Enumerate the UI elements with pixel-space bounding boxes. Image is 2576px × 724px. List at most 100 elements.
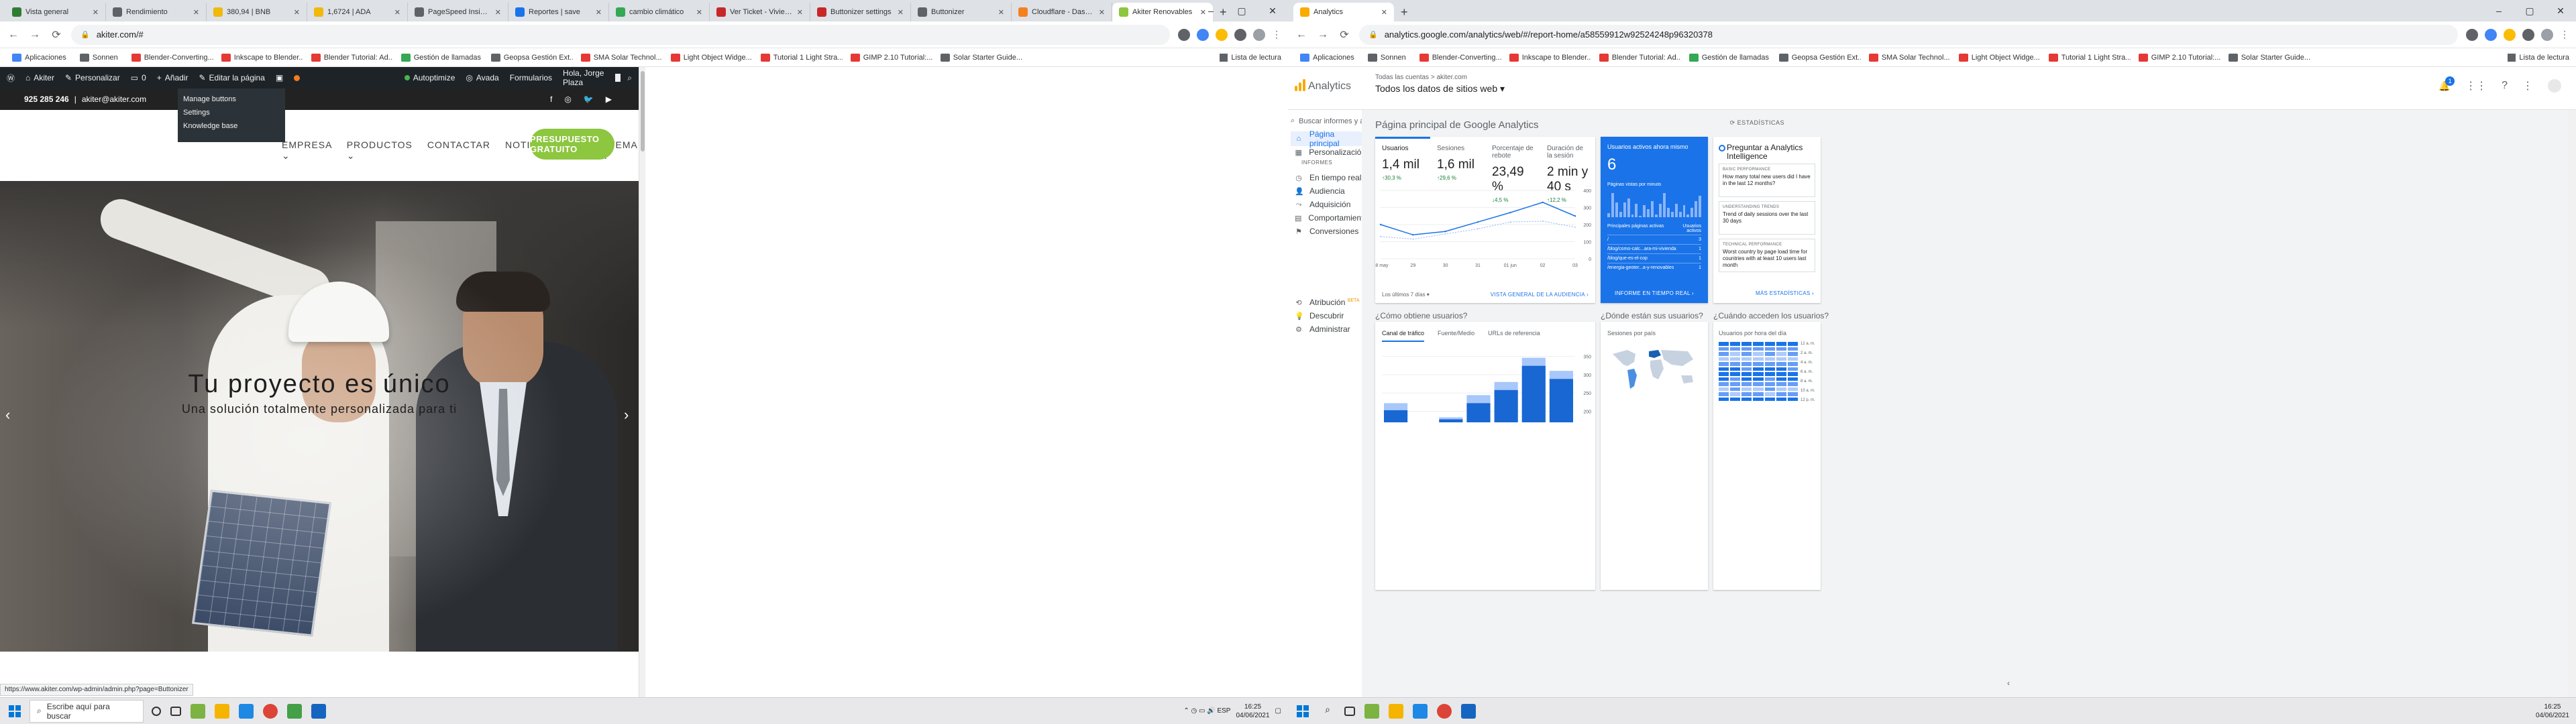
wp-forms-link[interactable]: Formularios: [510, 73, 552, 82]
browser-tab[interactable]: PageSpeed Insights ✕: [408, 3, 508, 21]
maximize-icon[interactable]: ▢: [2514, 5, 2545, 17]
close-icon[interactable]: ✕: [193, 8, 199, 17]
active-page-row[interactable]: /3: [1607, 235, 1701, 242]
wp-plugin-icon[interactable]: ▣: [276, 73, 283, 82]
buttonizer-menu[interactable]: [294, 74, 301, 81]
extension-icon[interactable]: [1178, 28, 1190, 41]
taskbar-search[interactable]: ⌕ Escribe aquí para buscar: [30, 699, 144, 723]
minimize-icon[interactable]: –: [2483, 5, 2514, 16]
back-icon[interactable]: ←: [7, 29, 20, 41]
browser-tab[interactable]: Ver Ticket - Vivienda ✕: [710, 3, 810, 21]
close-icon[interactable]: ✕: [696, 8, 702, 17]
puzzle-icon[interactable]: [1234, 28, 1246, 41]
reload-icon[interactable]: ⟳: [50, 28, 63, 42]
bookmark-item[interactable]: Gestión de llamadas: [1684, 53, 1771, 62]
wp-avada-link[interactable]: ◎ Avada: [466, 73, 498, 82]
avatar[interactable]: [1253, 28, 1265, 41]
extension-icon[interactable]: [1216, 28, 1228, 41]
nav-behavior[interactable]: ▤ Comportamiento: [1291, 210, 1368, 225]
chrome-icon[interactable]: [1437, 703, 1452, 719]
browser-tab[interactable]: 380,94 | BNB ✕: [207, 3, 307, 21]
cortana-icon[interactable]: [152, 706, 161, 716]
active-page-row[interactable]: /blog/como-calc...ara-mi-vivienda 1: [1607, 244, 1701, 251]
clock[interactable]: 16:25 04/06/2021: [1236, 703, 1269, 720]
scrollbar[interactable]: [2568, 110, 2576, 697]
bookmark-item[interactable]: Sonnen: [74, 53, 123, 62]
bookmark-item[interactable]: Gestión de llamadas: [396, 53, 483, 62]
browser-tab[interactable]: Cloudflare - Dashboard ✕: [1012, 3, 1112, 21]
bookmark-item[interactable]: Aplicaciones: [1295, 53, 1360, 62]
close-icon[interactable]: ✕: [998, 8, 1004, 17]
insight-item[interactable]: UNDERSTANDING TRENDS Trend of daily sessi…: [1719, 201, 1815, 235]
browser-tab[interactable]: Buttonizer settings ✕: [810, 3, 911, 21]
dropdown-item-settings[interactable]: Settings: [178, 106, 285, 119]
dropdown-item-manage-buttons[interactable]: Manage buttons: [178, 93, 285, 106]
bookmark-item[interactable]: Light Object Widge...: [1953, 53, 2041, 62]
extension-icon[interactable]: [2504, 28, 2516, 41]
bookmark-item[interactable]: Blender-Converting...: [1414, 53, 1501, 62]
quote-button[interactable]: PRESUPUESTO GRATUITO: [530, 129, 614, 160]
browser-tab[interactable]: Reportes | save ✕: [508, 3, 609, 21]
wp-customize-link[interactable]: ✎ Personalizar: [65, 73, 120, 82]
realtime-report-link[interactable]: INFORME EN TIEMPO REAL ›: [1601, 290, 1708, 296]
avatar[interactable]: [2548, 79, 2561, 93]
bookmark-item[interactable]: Blender Tutorial: Ad...: [306, 53, 393, 62]
tab-referrals[interactable]: URLs de referencia: [1488, 330, 1540, 342]
bookmark-item[interactable]: Blender-Converting...: [126, 53, 213, 62]
notification-icon[interactable]: ▢: [1275, 707, 1281, 715]
url-input[interactable]: 🔒 analytics.google.com/analytics/web/#/r…: [1359, 24, 2458, 45]
minimize-icon[interactable]: –: [1195, 5, 1226, 16]
bookmark-item[interactable]: Light Object Widge...: [665, 53, 753, 62]
metric-tab-bounce[interactable]: Porcentaje de rebote 23,49 % ↓4,5 %: [1485, 137, 1540, 203]
insight-item[interactable]: BASIC PERFORMANCE How many total new user…: [1719, 164, 1815, 197]
close-icon[interactable]: ✕: [1099, 8, 1105, 17]
nav-attribution[interactable]: ⟲ Atribución BETA: [1291, 295, 1366, 310]
nav-acquisition[interactable]: ⤳ Adquisición: [1291, 197, 1366, 212]
nav-realtime[interactable]: ◷ En tiempo real: [1291, 170, 1366, 185]
excel-app-icon[interactable]: [191, 703, 205, 719]
close-icon[interactable]: ✕: [1381, 8, 1387, 17]
extension-icon[interactable]: [2485, 28, 2497, 41]
close-icon[interactable]: ✕: [93, 8, 99, 17]
more-insights-link[interactable]: MÁS ESTADÍSTICAS ›: [1756, 290, 1814, 296]
avatar[interactable]: [2541, 28, 2553, 41]
nav-customization[interactable]: ▦ Personalización: [1291, 145, 1366, 160]
task-view-icon[interactable]: [170, 706, 181, 716]
bookmark-item[interactable]: Blender Tutorial: Ad...: [1594, 53, 1681, 62]
wp-comments-link[interactable]: ▭ 0: [131, 73, 146, 82]
reading-list[interactable]: Lista de lectura: [1220, 53, 1281, 62]
bookmark-item[interactable]: Aplicaciones: [7, 53, 72, 62]
bookmark-item[interactable]: Solar Starter Guide...: [2223, 53, 2310, 62]
menu-item-contactar[interactable]: CONTACTAR: [427, 139, 490, 162]
app-icon[interactable]: [311, 703, 326, 719]
app-icon[interactable]: [287, 703, 302, 719]
bookmark-item[interactable]: Inkscape to Blender...: [216, 53, 303, 62]
close-icon[interactable]: ✕: [2545, 5, 2576, 17]
metric-tab-sessions[interactable]: Sesiones 1,6 mil ↑29,6 %: [1430, 137, 1485, 184]
wp-logo-icon[interactable]: Ⓦ: [7, 72, 15, 84]
audience-overview-link[interactable]: VISTA GENERAL DE LA AUDIENCIA ›: [1491, 292, 1589, 298]
collapse-sidebar-icon[interactable]: ‹: [2007, 678, 2010, 688]
close-icon[interactable]: ✕: [294, 8, 300, 17]
outlook-icon[interactable]: [1413, 703, 1428, 719]
email-link[interactable]: akiter@akiter.com: [82, 95, 146, 104]
insights-button[interactable]: ⟳ ESTADÍSTICAS: [1730, 119, 1784, 127]
back-icon[interactable]: ←: [1295, 29, 1308, 41]
file-explorer-icon[interactable]: [1389, 703, 1403, 719]
forward-icon[interactable]: →: [1316, 29, 1330, 41]
bookmark-item[interactable]: Sonnen: [1362, 53, 1411, 62]
start-button[interactable]: [1288, 705, 1318, 717]
scrollbar-thumb[interactable]: [641, 71, 645, 152]
menu-item-productos[interactable]: PRODUCTOS ⌄: [347, 139, 413, 162]
close-icon[interactable]: ✕: [898, 8, 904, 17]
browser-tab[interactable]: 1,6724 | ADA ✕: [307, 3, 408, 21]
nav-home[interactable]: ⌂ Página principal: [1291, 129, 1366, 148]
tab-source-medium[interactable]: Fuente/Medio: [1438, 330, 1474, 342]
nav-admin[interactable]: ⚙ Administrar: [1291, 322, 1366, 337]
puzzle-icon[interactable]: [2522, 28, 2534, 41]
browser-tab[interactable]: cambio climático ✕: [609, 3, 710, 21]
kebab-menu-icon[interactable]: ⋮: [1272, 29, 1281, 40]
wp-site-link[interactable]: ⌂ Akiter: [25, 73, 54, 82]
nav-conversions[interactable]: ⚑ Conversiones: [1291, 224, 1366, 239]
wp-new-link[interactable]: + Añadir: [157, 73, 189, 82]
